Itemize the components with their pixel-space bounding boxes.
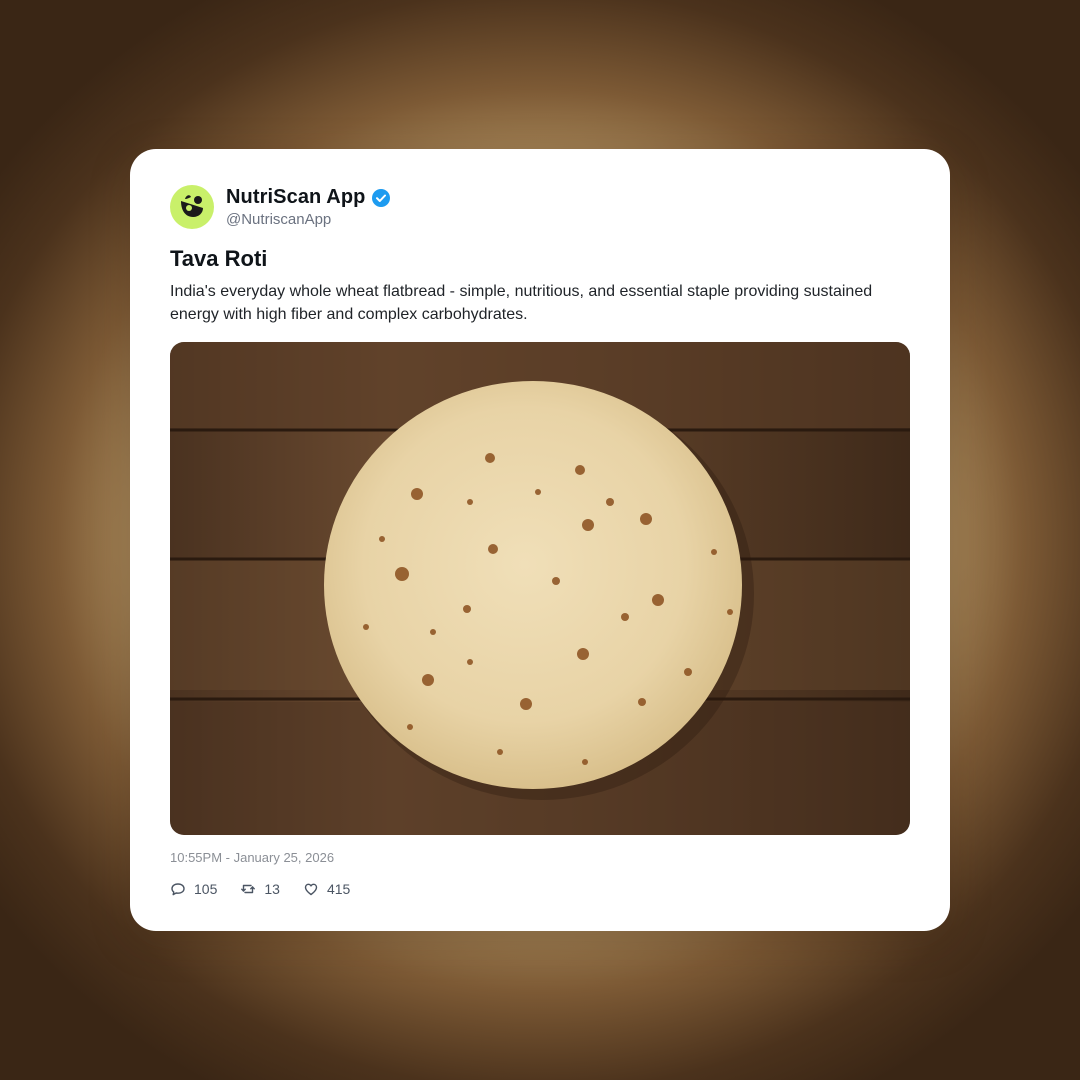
author-names: NutriScan App @NutriscanApp (226, 186, 391, 228)
like-button[interactable]: 415 (303, 881, 350, 897)
avatar[interactable] (170, 185, 214, 229)
post-description: India's everyday whole wheat flatbread -… (170, 283, 873, 323)
post-card: NutriScan App @NutriscanApp Tava Roti In… (130, 149, 950, 931)
post-image[interactable] (170, 342, 910, 835)
repost-button[interactable]: 13 (240, 881, 280, 897)
author-display-name[interactable]: NutriScan App (226, 186, 365, 209)
post-title: Tava Roti (170, 246, 268, 271)
post-timestamp: 10:55PM - January 25, 2026 (170, 850, 335, 865)
reply-count: 105 (194, 881, 218, 897)
reply-button[interactable]: 105 (170, 881, 217, 897)
like-count: 415 (326, 881, 351, 897)
heart-icon (303, 881, 319, 897)
repost-icon (240, 881, 256, 897)
post-actions: 105 13 415 (170, 881, 373, 897)
nutriscan-logo-icon (181, 195, 203, 217)
verified-badge-icon (371, 188, 391, 208)
reply-icon (170, 881, 186, 897)
post-header: NutriScan App @NutriscanApp (170, 185, 391, 229)
repost-count: 13 (264, 881, 280, 897)
author-handle[interactable]: @NutriscanApp (226, 211, 391, 228)
name-row: NutriScan App (226, 186, 391, 209)
